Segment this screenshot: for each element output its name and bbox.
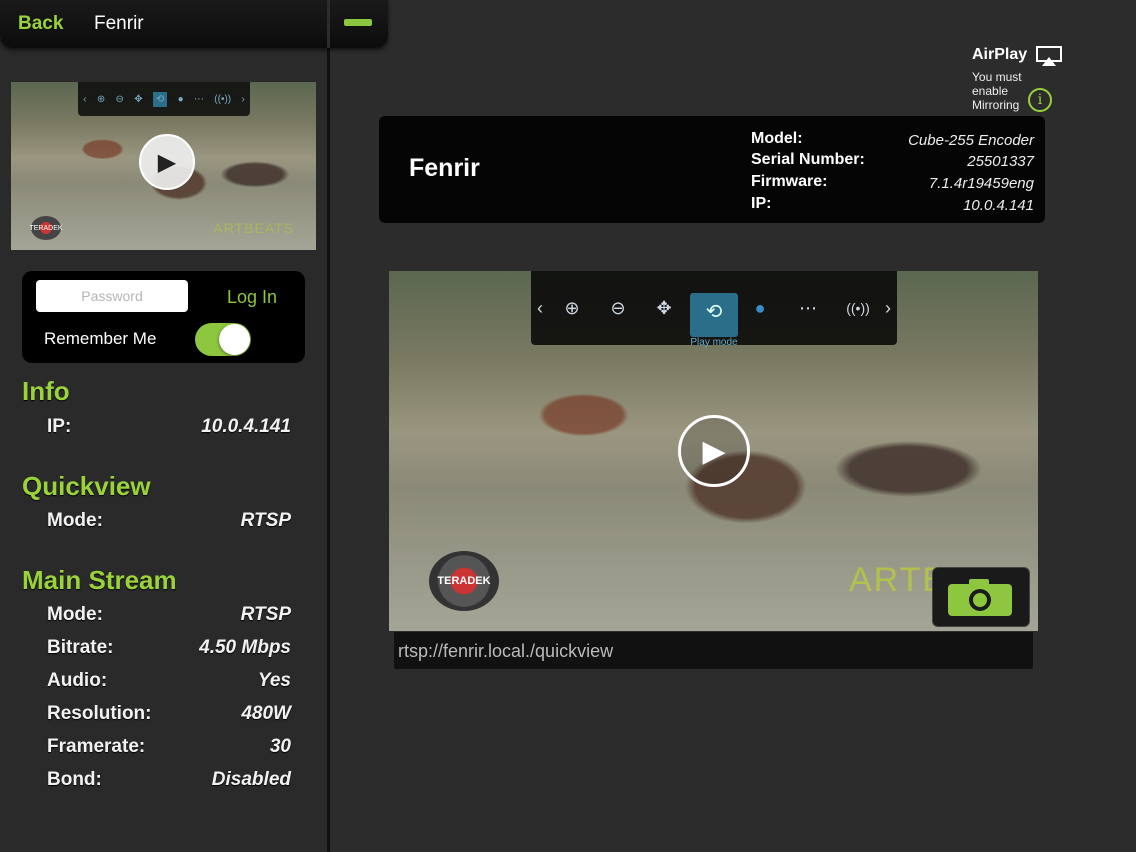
video-player[interactable]: ‹ ⊕ ⊖ ✥ ⟲ Play mode ● ⋯ ((•)) › ▶ TERADE… — [389, 271, 1038, 631]
playmode-icon: ⟲ — [152, 91, 168, 107]
main-stream-section-title: Main Stream — [22, 565, 177, 595]
quickview-mode-row: Mode: RTSP — [47, 510, 291, 534]
main-stream-key: Mode: — [47, 604, 103, 625]
airplay-label: AirPlay — [972, 46, 1028, 63]
minimize-button[interactable] — [344, 19, 372, 26]
teradek-logo: TERADEK — [429, 551, 499, 611]
zoom-out-icon: ⊖ — [115, 93, 124, 105]
device-field-value: 7.1.4r19459eng — [928, 175, 1034, 192]
info-icon[interactable]: i — [1028, 88, 1052, 112]
remember-me-toggle[interactable] — [195, 323, 251, 356]
main-stream-key: Resolution: — [47, 703, 152, 724]
info-ip-key: IP: — [47, 416, 72, 437]
device-field-value: 25501337 — [967, 153, 1034, 170]
back-button[interactable]: Back — [18, 13, 63, 35]
main-stream-bond-row: Bond: Disabled — [47, 769, 291, 793]
zoom-in-icon[interactable]: ⊕ — [557, 293, 587, 323]
main-stream-value: 4.50 Mbps — [199, 637, 291, 658]
login-button[interactable]: Log In — [227, 287, 277, 308]
zoom-in-icon: ⊕ — [96, 93, 106, 105]
chevron-right-icon[interactable]: › — [879, 293, 897, 323]
top-bar: Back Fenrir — [0, 0, 388, 48]
info-ip-row: IP: 10.0.4.141 — [47, 416, 291, 440]
device-title: Fenrir — [94, 13, 144, 34]
airplay-icon[interactable] — [1036, 46, 1062, 66]
main-stream-value: 480W — [241, 703, 291, 724]
device-field-value: 10.0.4.141 — [963, 197, 1034, 214]
main-stream-framerate-row: Framerate: 30 — [47, 736, 291, 760]
device-field-value: Cube-255 Encoder — [908, 132, 1034, 149]
toggle-knob — [219, 324, 250, 355]
repeat-icon: ⟲ — [705, 301, 723, 323]
device-field-key: Firmware: — [751, 173, 828, 190]
main-stream-key: Bond: — [47, 769, 102, 790]
broadcast-icon[interactable]: ((•)) — [838, 293, 878, 323]
main-stream-bitrate-row: Bitrate: 4.50 Mbps — [47, 637, 291, 661]
quickview-mode-key: Mode: — [47, 510, 103, 531]
chevron-left-icon: ‹ — [83, 93, 87, 105]
info-section-title: Info — [22, 376, 70, 406]
info-icon: ● — [177, 93, 184, 105]
main-stream-value: 30 — [269, 736, 291, 757]
topbar-divider — [327, 0, 330, 48]
play-icon[interactable]: ▶ — [139, 134, 195, 190]
video-thumbnail[interactable]: ‹ ⊕ ⊖ ✥ ⟲ ● ⋯ ((•)) › ▶ TERADEK ARTBEATS — [11, 82, 316, 250]
main-stream-key: Audio: — [47, 670, 108, 691]
login-panel: Log In Remember Me — [22, 271, 305, 363]
artbeats-watermark: ARTBEATS — [213, 220, 294, 236]
stream-url: rtsp://fenrir.local./quickview — [398, 641, 614, 661]
main-stream-value: RTSP — [240, 604, 291, 625]
device-field-key: IP: — [751, 195, 772, 212]
device-info-panel: Fenrir Model: Cube-255 Encoder Serial Nu… — [379, 116, 1045, 223]
mirroring-note: You must enable Mirroring — [972, 70, 1022, 112]
camera-icon — [948, 579, 1012, 616]
video-toolbar: ‹ ⊕ ⊖ ✥ ⟲ Play mode ● ⋯ ((•)) › — [531, 271, 897, 348]
playmode-label: Play mode — [690, 337, 738, 348]
move-icon: ✥ — [134, 93, 143, 105]
main-stream-audio-row: Audio: Yes — [47, 670, 291, 694]
main-stream-mode-row: Mode: RTSP — [47, 604, 291, 628]
quickview-section-title: Quickview — [22, 471, 151, 501]
info-ip-value: 10.0.4.141 — [201, 416, 291, 437]
main-stream-value: Disabled — [211, 769, 291, 790]
password-input[interactable] — [36, 280, 188, 312]
snapshot-button[interactable] — [932, 567, 1030, 627]
main-stream-value: Yes — [257, 670, 291, 691]
chevron-left-icon[interactable]: ‹ — [531, 293, 549, 323]
playmode-button[interactable]: ⟲ Play mode — [690, 293, 738, 348]
remember-me-label: Remember Me — [44, 329, 157, 348]
device-name: Fenrir — [409, 154, 480, 182]
device-field-key: Model: — [751, 130, 803, 147]
play-icon[interactable]: ▶ — [678, 415, 750, 487]
main-stream-key: Framerate: — [47, 736, 146, 757]
quickview-mode-value: RTSP — [240, 510, 291, 531]
stream-url-bar[interactable]: rtsp://fenrir.local./quickview — [394, 632, 1033, 669]
zoom-out-icon[interactable]: ⊖ — [603, 293, 633, 323]
chevron-right-icon: › — [241, 93, 245, 105]
thumbnail-toolbar: ‹ ⊕ ⊖ ✥ ⟲ ● ⋯ ((•)) › — [78, 82, 250, 116]
main-stream-resolution-row: Resolution: 480W — [47, 703, 291, 727]
grid-icon: ⋯ — [193, 93, 204, 105]
broadcast-icon: ((•)) — [214, 93, 232, 105]
teradek-logo: TERADEK — [29, 216, 63, 240]
sidebar: ‹ ⊕ ⊖ ✥ ⟲ ● ⋯ ((•)) › ▶ TERADEK ARTBEATS… — [0, 0, 330, 852]
grid-icon[interactable]: ⋯ — [793, 293, 823, 323]
info-circle-icon[interactable]: ● — [745, 293, 775, 323]
device-field-key: Serial Number: — [751, 151, 865, 168]
move-icon[interactable]: ✥ — [649, 293, 679, 323]
main-stream-key: Bitrate: — [47, 637, 114, 658]
